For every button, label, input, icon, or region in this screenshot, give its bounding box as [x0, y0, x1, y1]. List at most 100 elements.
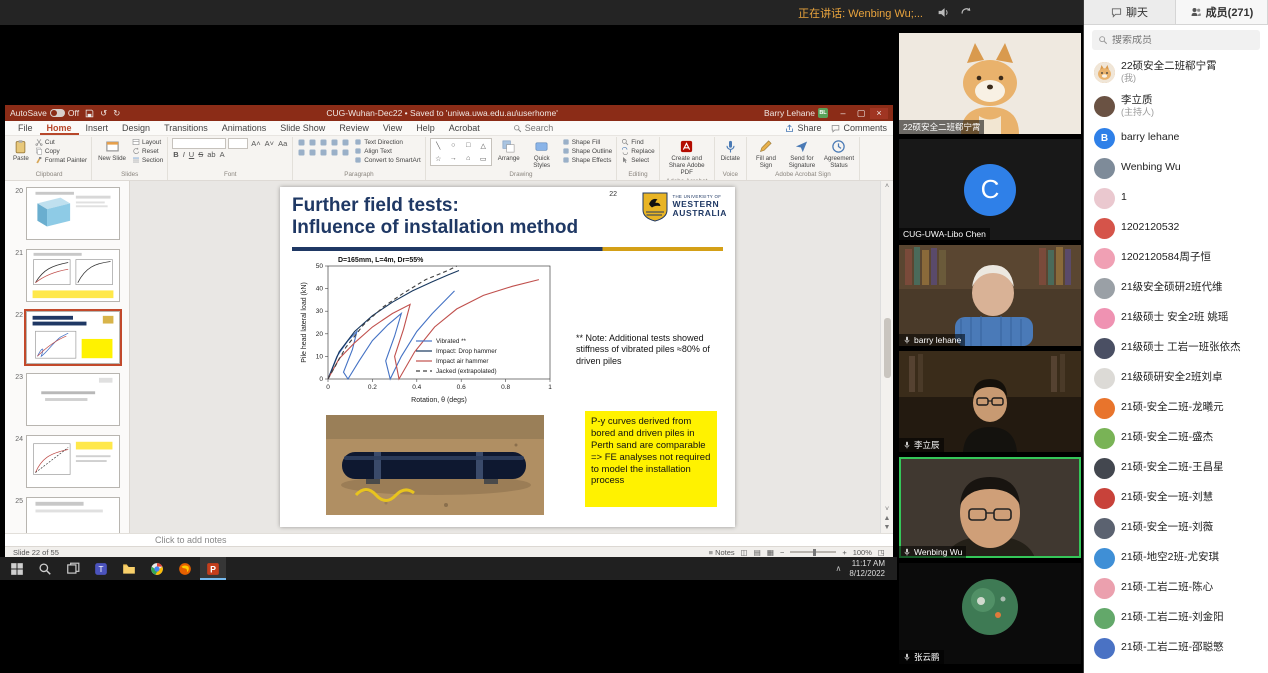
- scroll-down-icon[interactable]: ˅: [885, 506, 889, 513]
- zoom-out-button[interactable]: −: [780, 548, 784, 557]
- slide-thumbnail-20[interactable]: [26, 187, 120, 240]
- tab-chat[interactable]: 聊天: [1084, 0, 1176, 24]
- normal-view-icon[interactable]: ◫: [741, 548, 748, 557]
- member-row-16[interactable]: 21硕-地空2班-尤安琪: [1084, 543, 1268, 573]
- font-name-select[interactable]: [172, 138, 226, 149]
- volume-icon[interactable]: [937, 6, 950, 19]
- member-row-9[interactable]: 21级硕士 工岩一班张依杰: [1084, 333, 1268, 363]
- dictate-button[interactable]: Dictate: [719, 138, 742, 163]
- menu-tab-file[interactable]: File: [11, 121, 40, 135]
- taskbar-folder-button[interactable]: [116, 557, 142, 580]
- shape-option-4[interactable]: ☆: [435, 155, 441, 163]
- undo-icon[interactable]: ↺: [100, 108, 107, 119]
- increase-font-size-button[interactable]: A˄: [250, 139, 261, 148]
- video-tile-wenbing-wu[interactable]: Wenbing Wu: [899, 457, 1081, 558]
- member-row-11[interactable]: 21硕-安全二班-龙曦元: [1084, 393, 1268, 423]
- autosave-control[interactable]: AutoSave Off: [10, 108, 79, 118]
- find-button[interactable]: Find: [621, 138, 654, 146]
- member-row-1[interactable]: 李立质(主持人): [1084, 89, 1268, 123]
- menu-tab-help[interactable]: Help: [409, 121, 442, 135]
- format-painter-button[interactable]: Format Painter: [35, 156, 87, 164]
- font-size-select[interactable]: [228, 138, 248, 149]
- taskbar-teams-button[interactable]: T: [88, 557, 114, 580]
- align-text-button[interactable]: Align Text: [354, 147, 420, 155]
- member-row-19[interactable]: 21硕-工岩二班-邵聪慜: [1084, 633, 1268, 663]
- shape-option-6[interactable]: ⌂: [466, 155, 470, 162]
- bold-button[interactable]: B: [172, 150, 179, 159]
- member-row-14[interactable]: 21硕-安全一班-刘慧: [1084, 483, 1268, 513]
- redo-icon[interactable]: ↻: [113, 108, 120, 119]
- member-row-7[interactable]: 21级安全硕研2班代维: [1084, 273, 1268, 303]
- member-row-8[interactable]: 21级硕士 安全2班 姚瑶: [1084, 303, 1268, 333]
- agreement-status-button[interactable]: Agreement Status: [823, 138, 855, 170]
- comments-button[interactable]: Comments: [831, 123, 887, 133]
- close-button[interactable]: ×: [870, 108, 888, 119]
- scroll-up-icon[interactable]: ˄: [885, 183, 889, 190]
- layout-button[interactable]: Layout: [132, 138, 163, 146]
- copy-button[interactable]: Copy: [35, 147, 87, 155]
- menu-tab-transitions[interactable]: Transitions: [157, 121, 215, 135]
- taskbar-firefox-button[interactable]: [172, 557, 198, 580]
- fill-and-sign-button[interactable]: Fill and Sign: [751, 138, 781, 170]
- member-row-12[interactable]: 21硕-安全二班-盛杰: [1084, 423, 1268, 453]
- menu-tab-design[interactable]: Design: [115, 121, 157, 135]
- menu-tab-slide-show[interactable]: Slide Show: [273, 121, 332, 135]
- member-row-10[interactable]: 21级硕研安全2班刘卓: [1084, 363, 1268, 393]
- share-button[interactable]: Share: [785, 123, 821, 133]
- notes-toggle-button[interactable]: ≡ Notes: [709, 548, 735, 557]
- previous-slide-icon[interactable]: ▲: [884, 515, 891, 522]
- italic-button[interactable]: I: [182, 150, 186, 159]
- shape-fill-button[interactable]: Shape Fill: [562, 138, 613, 146]
- tab-members[interactable]: 成员(271): [1176, 0, 1268, 24]
- menu-tab-insert[interactable]: Insert: [79, 121, 116, 135]
- shape-option-5[interactable]: →: [450, 155, 457, 162]
- replace-button[interactable]: Replace: [621, 147, 654, 155]
- paste-button[interactable]: Paste: [11, 138, 31, 163]
- shape-option-1[interactable]: ○: [451, 142, 455, 149]
- member-row-4[interactable]: 1: [1084, 183, 1268, 213]
- menu-tab-review[interactable]: Review: [332, 121, 376, 135]
- slide-thumbnail-22[interactable]: [26, 311, 120, 364]
- cut-button[interactable]: Cut: [35, 138, 87, 146]
- member-row-13[interactable]: 21硕-安全二班-王昌星: [1084, 453, 1268, 483]
- zoom-level[interactable]: 100%: [853, 548, 872, 557]
- menu-tab-home[interactable]: Home: [40, 121, 79, 135]
- send-for-signature-button[interactable]: Send for Signature: [785, 138, 819, 170]
- member-row-17[interactable]: 21硕-工岩二班-陈心: [1084, 573, 1268, 603]
- notes-pane[interactable]: Click to add notes: [5, 533, 893, 546]
- video-tile-[interactable]: 李立辰: [899, 351, 1081, 452]
- arrange-button[interactable]: Arrange: [496, 138, 522, 163]
- reset-button[interactable]: Reset: [132, 147, 163, 155]
- slide-thumbnail-21[interactable]: [26, 249, 120, 302]
- member-search[interactable]: [1092, 30, 1260, 50]
- zoom-in-button[interactable]: +: [842, 548, 846, 557]
- character-spacing-button[interactable]: ab: [206, 150, 216, 159]
- fit-slide-button[interactable]: ◳: [878, 548, 885, 557]
- menu-tab-acrobat[interactable]: Acrobat: [442, 121, 487, 135]
- shape-option-2[interactable]: □: [466, 142, 470, 149]
- create-and-share-adobe-pdf-button[interactable]: Create and Share Adobe PDF: [664, 138, 710, 177]
- member-row-5[interactable]: 1202120532: [1084, 213, 1268, 243]
- zoom-slider[interactable]: [790, 551, 836, 553]
- taskbar-chrome-button[interactable]: [144, 557, 170, 580]
- shape-outline-button[interactable]: Shape Outline: [562, 147, 613, 155]
- change-case-button[interactable]: Aa: [277, 139, 288, 148]
- reading-view-icon[interactable]: ▦: [767, 548, 774, 557]
- share-arrows-icon[interactable]: [960, 6, 973, 19]
- video-tile-barry-lehane[interactable]: barry lehane: [899, 245, 1081, 346]
- shape-option-7[interactable]: ▭: [480, 155, 487, 163]
- taskbar-powerpoint-button[interactable]: P: [200, 557, 226, 580]
- font-color-button[interactable]: A: [219, 150, 226, 159]
- video-tile-[interactable]: 张云鹏: [899, 563, 1081, 664]
- next-slide-icon[interactable]: ▼: [884, 524, 891, 531]
- save-icon[interactable]: [85, 109, 94, 118]
- taskbar-start-button[interactable]: [4, 557, 30, 580]
- video-tile-22[interactable]: 22硕安全二班郗宁霄: [899, 33, 1081, 134]
- convert-to-smartart-button[interactable]: Convert to SmartArt: [354, 156, 420, 164]
- section-button[interactable]: Section: [132, 156, 163, 164]
- scrollbar-thumb[interactable]: [884, 318, 891, 378]
- account-chip[interactable]: Barry Lehane BL: [764, 108, 828, 118]
- video-tile-cug-uwa-libo-chen[interactable]: CCUG-UWA-Libo Chen: [899, 139, 1081, 240]
- strikethrough-button[interactable]: S: [197, 150, 204, 159]
- member-row-0[interactable]: 22硕安全二班郗宁霄(我): [1084, 55, 1268, 89]
